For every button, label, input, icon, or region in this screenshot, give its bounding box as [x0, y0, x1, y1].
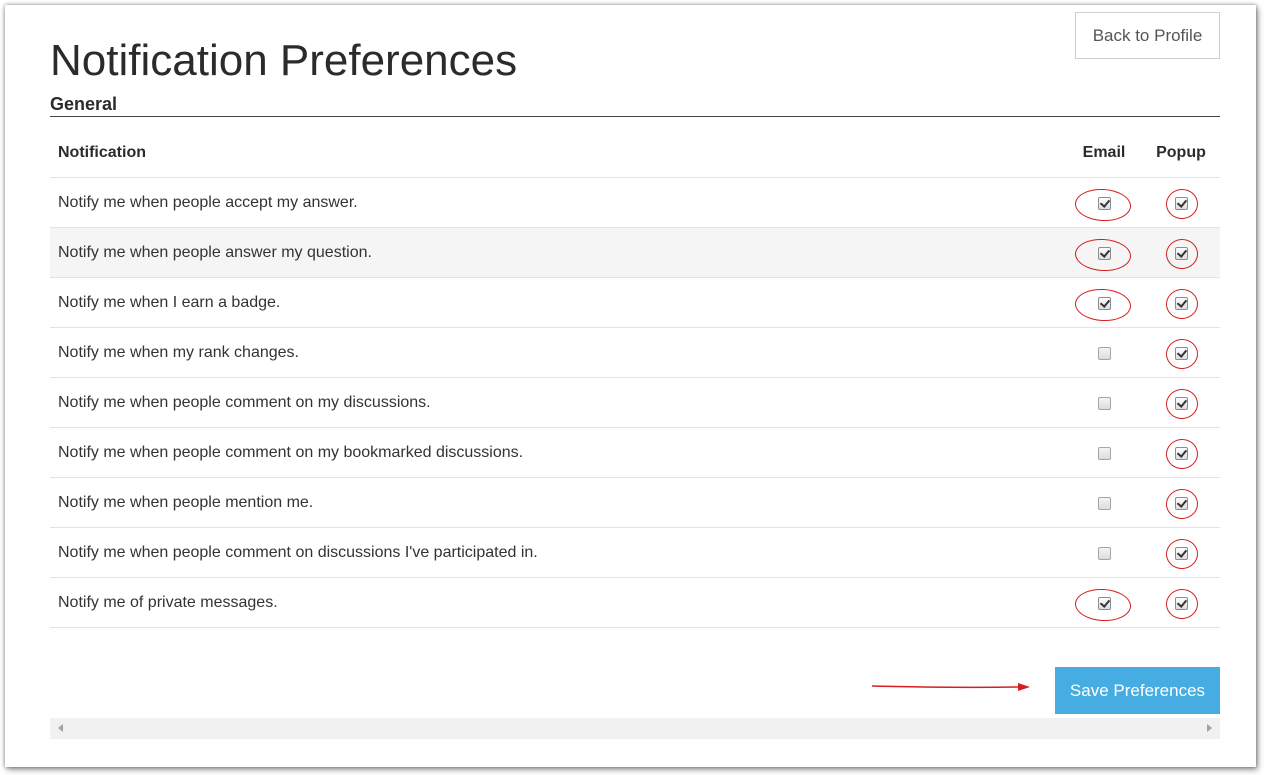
page-title: Notification Preferences — [50, 36, 518, 85]
email-checkbox[interactable] — [1098, 496, 1111, 510]
popup-cell — [1146, 178, 1216, 227]
email-checkbox[interactable] — [1098, 446, 1111, 460]
popup-checkbox[interactable] — [1175, 446, 1188, 460]
section-divider — [50, 116, 1220, 117]
notification-label: Notify me when people comment on my book… — [58, 443, 524, 461]
popup-cell — [1146, 278, 1216, 327]
table-header: Notification Email Popup — [50, 128, 1220, 178]
email-cell — [1069, 178, 1139, 227]
table-row: Notify me when people accept my answer. — [50, 178, 1220, 228]
popup-cell — [1146, 378, 1216, 427]
column-header-email: Email — [1082, 143, 1126, 161]
popup-checkbox[interactable] — [1175, 346, 1188, 360]
table-row: Notify me when people comment on discuss… — [50, 528, 1220, 578]
email-cell — [1069, 328, 1139, 377]
popup-cell — [1146, 428, 1216, 477]
scroll-left-icon[interactable] — [58, 724, 63, 732]
popup-checkbox[interactable] — [1175, 396, 1188, 410]
section-title: General — [50, 94, 118, 114]
table-body: Notify me when people accept my answer. N… — [50, 178, 1220, 628]
notification-label: Notify me when people accept my answer. — [58, 193, 358, 211]
notification-label: Notify me when people comment on discuss… — [58, 543, 538, 561]
popup-checkbox[interactable] — [1175, 546, 1188, 560]
notification-label: Notify me when I earn a badge. — [58, 293, 281, 311]
popup-checkbox[interactable] — [1175, 246, 1188, 260]
notification-label: Notify me when people answer my question… — [58, 243, 372, 261]
email-cell — [1069, 278, 1139, 327]
scroll-right-icon[interactable] — [1207, 724, 1212, 732]
email-cell — [1069, 478, 1139, 527]
table-row: Notify me when people answer my question… — [50, 228, 1220, 278]
email-checkbox[interactable] — [1098, 296, 1111, 310]
popup-cell — [1146, 528, 1216, 577]
column-header-notification: Notification — [58, 143, 146, 161]
popup-checkbox[interactable] — [1175, 596, 1188, 610]
email-cell — [1069, 378, 1139, 427]
table-row: Notify me when people mention me. — [50, 478, 1220, 528]
table-row: Notify me when people comment on my book… — [50, 428, 1220, 478]
popup-cell — [1146, 328, 1216, 377]
email-checkbox[interactable] — [1098, 196, 1111, 210]
notification-table: Notification Email Popup Notify me when … — [50, 128, 1220, 628]
annotation-arrow — [871, 683, 1030, 691]
column-header-popup: Popup — [1156, 143, 1206, 161]
email-checkbox[interactable] — [1098, 246, 1111, 260]
email-checkbox[interactable] — [1098, 396, 1111, 410]
popup-checkbox[interactable] — [1175, 496, 1188, 510]
popup-checkbox[interactable] — [1175, 196, 1188, 210]
table-row: Notify me of private messages. — [50, 578, 1220, 628]
notification-label: Notify me of private messages. — [58, 593, 278, 611]
notification-label: Notify me when people mention me. — [58, 493, 314, 511]
table-row: Notify me when people comment on my disc… — [50, 378, 1220, 428]
email-checkbox[interactable] — [1098, 346, 1111, 360]
horizontal-scrollbar[interactable] — [50, 718, 1220, 739]
popup-cell — [1146, 578, 1216, 627]
email-checkbox[interactable] — [1098, 596, 1111, 610]
email-cell — [1069, 528, 1139, 577]
table-row: Notify me when I earn a badge. — [50, 278, 1220, 328]
popup-cell — [1146, 228, 1216, 277]
email-cell — [1069, 228, 1139, 277]
back-to-profile-button[interactable]: Back to Profile — [1075, 12, 1220, 59]
save-preferences-button[interactable]: Save Preferences — [1055, 667, 1220, 714]
notification-label: Notify me when my rank changes. — [58, 343, 299, 361]
email-cell — [1069, 578, 1139, 627]
email-checkbox[interactable] — [1098, 546, 1111, 560]
email-cell — [1069, 428, 1139, 477]
popup-cell — [1146, 478, 1216, 527]
table-row: Notify me when my rank changes. — [50, 328, 1220, 378]
notification-label: Notify me when people comment on my disc… — [58, 393, 431, 411]
popup-checkbox[interactable] — [1175, 296, 1188, 310]
